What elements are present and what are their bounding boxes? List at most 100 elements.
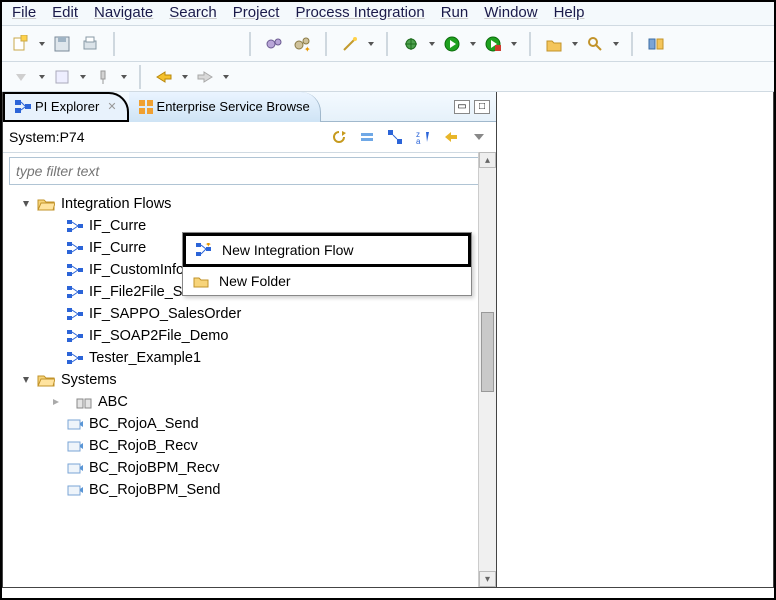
scroll-up-icon[interactable]: ▴: [479, 152, 496, 168]
expand-icon: [53, 399, 62, 405]
run-button[interactable]: [441, 33, 463, 55]
tree-item[interactable]: Tester_Example1: [3, 347, 496, 369]
tree-label: BC_RojoBPM_Recv: [89, 460, 220, 476]
grid-icon: [139, 100, 153, 114]
view-menu-button[interactable]: [468, 126, 490, 148]
panel-tabs: PI Explorer ✕ Enterprise Service Browse …: [3, 92, 496, 122]
menu-item-label: New Integration Flow: [222, 242, 354, 258]
main-area: PI Explorer ✕ Enterprise Service Browse …: [2, 92, 774, 588]
editor-area: [497, 92, 774, 588]
system-tools: za: [328, 126, 490, 148]
menu-project[interactable]: Project: [233, 4, 280, 21]
menu-run[interactable]: Run: [441, 4, 469, 21]
expand-icon: [23, 377, 29, 383]
toggle-button[interactable]: [645, 33, 667, 55]
sort-button[interactable]: za: [412, 126, 434, 148]
tree-item-system[interactable]: BC_RojoA_Send: [3, 413, 496, 435]
maximize-view-button[interactable]: □: [474, 100, 490, 114]
menu-item-new-integration-flow[interactable]: ✦ New Integration Flow: [183, 233, 471, 267]
menu-file[interactable]: File: [12, 4, 36, 21]
refresh-button[interactable]: [328, 126, 350, 148]
tree-item-system[interactable]: ABC: [3, 391, 496, 413]
scrollbar-vertical[interactable]: ▴ ▾: [478, 152, 496, 587]
scroll-down-icon[interactable]: ▾: [479, 571, 496, 587]
tree-item-system[interactable]: BC_RojoB_Recv: [3, 435, 496, 457]
tree-item-system[interactable]: BC_RojoBPM_Send: [3, 479, 496, 501]
separator: [249, 32, 251, 56]
tree-item[interactable]: IF_SOAP2File_Demo: [3, 325, 496, 347]
scroll-thumb[interactable]: [481, 312, 494, 392]
separator: [325, 32, 327, 56]
flow-new-icon: ✦: [196, 243, 212, 257]
caret-icon: [470, 42, 476, 46]
menu-search[interactable]: Search: [169, 4, 217, 21]
flow-icon: [67, 308, 83, 320]
print-button[interactable]: [79, 33, 101, 55]
tree-folder-systems[interactable]: Systems: [3, 369, 496, 391]
flow-icon: [67, 242, 83, 254]
caret-icon: [121, 75, 127, 79]
folder-icon: [193, 275, 209, 288]
forward-button[interactable]: [194, 66, 216, 88]
tab-pi-explorer[interactable]: PI Explorer ✕: [3, 92, 129, 122]
open-folder-button[interactable]: [543, 33, 565, 55]
menu-navigate[interactable]: Navigate: [94, 4, 153, 21]
system-label: System:P74: [9, 129, 84, 145]
separator: [139, 65, 141, 89]
import-button[interactable]: [440, 126, 462, 148]
tree-label: BC_RojoB_Recv: [89, 438, 198, 454]
collapse-all-button[interactable]: [356, 126, 378, 148]
gears-sparkle-button[interactable]: ✦: [291, 33, 313, 55]
box-button[interactable]: [51, 66, 73, 88]
back-button[interactable]: [153, 66, 175, 88]
tree-label: Tester_Example1: [89, 350, 201, 366]
menubar: File Edit Navigate Search Project Proces…: [2, 2, 774, 26]
link-editor-button[interactable]: [384, 126, 406, 148]
debug-button[interactable]: [400, 33, 422, 55]
svg-text:✦: ✦: [205, 243, 212, 249]
tree-label: ABC: [98, 394, 128, 410]
system-row: System:P74 za: [3, 122, 496, 153]
wand-button[interactable]: [339, 33, 361, 55]
tree-folder-integration-flows[interactable]: Integration Flows: [3, 193, 496, 215]
search-button[interactable]: [584, 33, 606, 55]
flow-icon: [67, 220, 83, 232]
left-panel: PI Explorer ✕ Enterprise Service Browse …: [2, 92, 497, 588]
system-icon: [76, 395, 92, 409]
menu-help[interactable]: Help: [554, 4, 585, 21]
svg-text:a: a: [416, 137, 421, 145]
flow-icon: [67, 330, 83, 342]
minimize-view-button[interactable]: ▭: [454, 100, 470, 114]
menu-item-new-folder[interactable]: New Folder: [183, 267, 471, 295]
tree-label: BC_RojoA_Send: [89, 416, 199, 432]
menu-process-integration[interactable]: Process Integration: [295, 4, 424, 21]
caret-icon: [368, 42, 374, 46]
down-arrow-button[interactable]: [10, 66, 32, 88]
save-button[interactable]: [51, 33, 73, 55]
menu-edit[interactable]: Edit: [52, 4, 78, 21]
tree-item[interactable]: IF_SAPPO_SalesOrder: [3, 303, 496, 325]
caret-icon: [511, 42, 517, 46]
caret-icon: [613, 42, 619, 46]
caret-icon: [39, 42, 45, 46]
tab-label: Enterprise Service Browse: [157, 99, 310, 114]
gears-button[interactable]: [263, 33, 285, 55]
tab-enterprise-service-browser[interactable]: Enterprise Service Browse: [129, 92, 321, 122]
run-external-button[interactable]: [482, 33, 504, 55]
component-icon: [67, 483, 83, 497]
tree-item-system[interactable]: BC_RojoBPM_Recv: [3, 457, 496, 479]
separator: [631, 32, 633, 56]
flow-icon: [67, 286, 83, 298]
component-icon: [67, 417, 83, 431]
tree-label: Integration Flows: [61, 196, 171, 212]
caret-icon: [572, 42, 578, 46]
filter-input[interactable]: [9, 157, 490, 185]
menu-window[interactable]: Window: [484, 4, 537, 21]
close-icon[interactable]: ✕: [107, 100, 116, 113]
pin-button[interactable]: [92, 66, 114, 88]
flow-icon: [67, 352, 83, 364]
component-icon: [67, 439, 83, 453]
panel-actions: ▭ □: [454, 100, 496, 114]
folder-open-icon: [37, 373, 55, 387]
new-dropdown-button[interactable]: [10, 33, 32, 55]
